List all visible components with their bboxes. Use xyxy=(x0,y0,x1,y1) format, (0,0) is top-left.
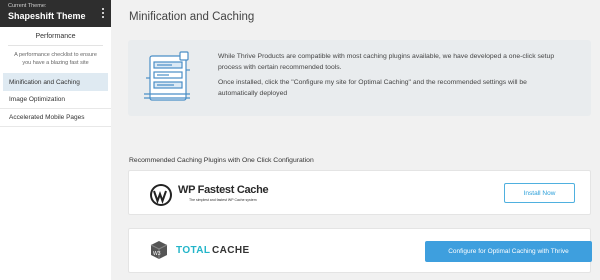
theme-name: Shapeshift Theme xyxy=(8,11,86,21)
wordpress-logo-icon xyxy=(150,184,172,206)
sidebar-item-label: Minification and Caching xyxy=(9,78,80,86)
app-window: Current Theme: Shapeshift Theme Performa… xyxy=(0,0,600,280)
install-now-button[interactable]: Install Now xyxy=(504,183,575,203)
server-settings-icon xyxy=(144,51,190,101)
w3-total-cache-logo-icon: W3 xyxy=(150,241,168,259)
sidebar-item-image-optimization[interactable]: Image Optimization xyxy=(0,91,111,109)
plugin-name: WP Fastest Cache xyxy=(178,184,269,196)
sidebar-item-amp[interactable]: Accelerated Mobile Pages xyxy=(0,109,111,127)
configure-optimal-caching-button[interactable]: Configure for Optimal Caching with Thriv… xyxy=(425,241,592,262)
more-options-icon[interactable] xyxy=(101,8,105,20)
sidebar-item-label: Image Optimization xyxy=(9,96,65,103)
plugin-tagline: The simplest and fastest WP Cache system xyxy=(189,198,257,202)
sidebar: Current Theme: Shapeshift Theme Performa… xyxy=(0,0,111,280)
info-box: While Thrive Products are compatible wit… xyxy=(128,40,591,116)
plugin-card-w3-total-cache: W3 TOTAL CACHE Configure for Optimal Cac… xyxy=(128,228,592,273)
w3-badge: W3 xyxy=(153,251,161,257)
plugin-card-wp-fastest-cache: WP Fastest Cache The simplest and fastes… xyxy=(128,170,591,215)
sidebar-nav: Minification and Caching Image Optimizat… xyxy=(0,73,111,127)
main-content: Minification and Caching While Thrive Pr… xyxy=(111,0,600,280)
plugin-name-total: TOTAL xyxy=(176,245,211,256)
theme-header: Current Theme: Shapeshift Theme xyxy=(0,0,111,27)
info-paragraph: Once installed, click the "Configure my … xyxy=(218,79,527,97)
sidebar-item-label: Accelerated Mobile Pages xyxy=(9,114,85,121)
info-paragraph: While Thrive Products are compatible wit… xyxy=(218,53,555,71)
current-theme-label: Current Theme: xyxy=(8,3,47,9)
plugins-heading: Recommended Caching Plugins with One Cli… xyxy=(129,157,314,164)
page-title: Minification and Caching xyxy=(129,11,255,23)
sidebar-item-minification[interactable]: Minification and Caching xyxy=(3,73,108,91)
info-text: While Thrive Products are compatible wit… xyxy=(218,52,563,99)
sidebar-description: A performance checklist to ensure you ha… xyxy=(14,52,97,66)
plugin-name-cache: CACHE xyxy=(212,245,250,256)
sidebar-divider xyxy=(8,45,103,46)
sidebar-section-title: Performance xyxy=(35,33,76,40)
